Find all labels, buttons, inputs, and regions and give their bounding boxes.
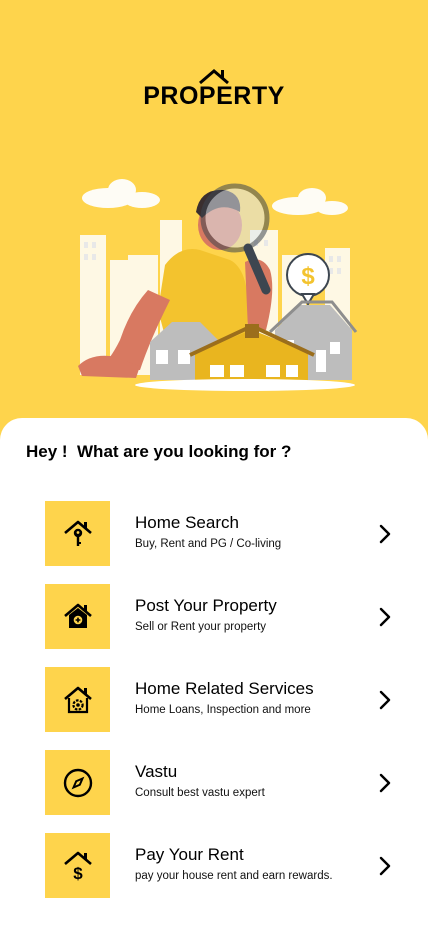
option-subtitle: pay your house rent and earn rewards.: [135, 870, 333, 882]
option-icon-tile: [45, 584, 110, 649]
page-title: Hey ! What are you looking for ?: [26, 442, 292, 461]
chevron-right-icon[interactable]: [378, 524, 392, 544]
house-search-illustration: $: [78, 179, 358, 391]
option-post-property[interactable]: Post Your Property Sell or Rent your pro…: [0, 584, 428, 650]
hero-banner: PROPERTY $: [0, 0, 428, 440]
chevron-right-icon[interactable]: [378, 773, 392, 793]
option-subtitle: Sell or Rent your property: [135, 621, 267, 633]
home-post-icon: [63, 603, 92, 628]
option-icon-tile: [45, 750, 110, 815]
home-gear-icon: [63, 686, 92, 713]
option-subtitle: Consult best vastu expert: [135, 787, 265, 799]
option-icon-tile: [45, 667, 110, 732]
app-logo: PROPERTY: [0, 66, 428, 111]
logo-text: PROPERTY: [143, 82, 285, 110]
option-title: Post Your Property: [135, 596, 277, 615]
option-subtitle: Buy, Rent and PG / Co-living: [135, 538, 282, 550]
chevron-right-icon[interactable]: [378, 856, 392, 876]
option-home-services[interactable]: Home Related Services Home Loans, Inspec…: [0, 667, 428, 733]
option-title: Vastu: [135, 762, 178, 781]
option-title: Home Related Services: [135, 679, 314, 698]
option-title: Pay Your Rent: [135, 845, 244, 864]
option-home-search[interactable]: Home Search Buy, Rent and PG / Co-living: [0, 501, 428, 567]
option-title: Home Search: [135, 513, 239, 532]
option-pay-rent[interactable]: $ Pay Your Rent pay your house rent and …: [0, 833, 428, 899]
chevron-right-icon[interactable]: [378, 690, 392, 710]
dollar-label: $: [301, 263, 315, 290]
chevron-right-icon[interactable]: [378, 607, 392, 627]
option-vastu[interactable]: Vastu Consult best vastu expert: [0, 750, 428, 816]
option-icon-tile: $: [45, 833, 110, 898]
option-subtitle: Home Loans, Inspection and more: [135, 704, 311, 716]
svg-text:$: $: [73, 864, 83, 882]
compass-icon: [63, 768, 92, 797]
home-key-icon: [63, 520, 92, 546]
home-dollar-icon: $: [63, 851, 92, 882]
option-icon-tile: [45, 501, 110, 566]
